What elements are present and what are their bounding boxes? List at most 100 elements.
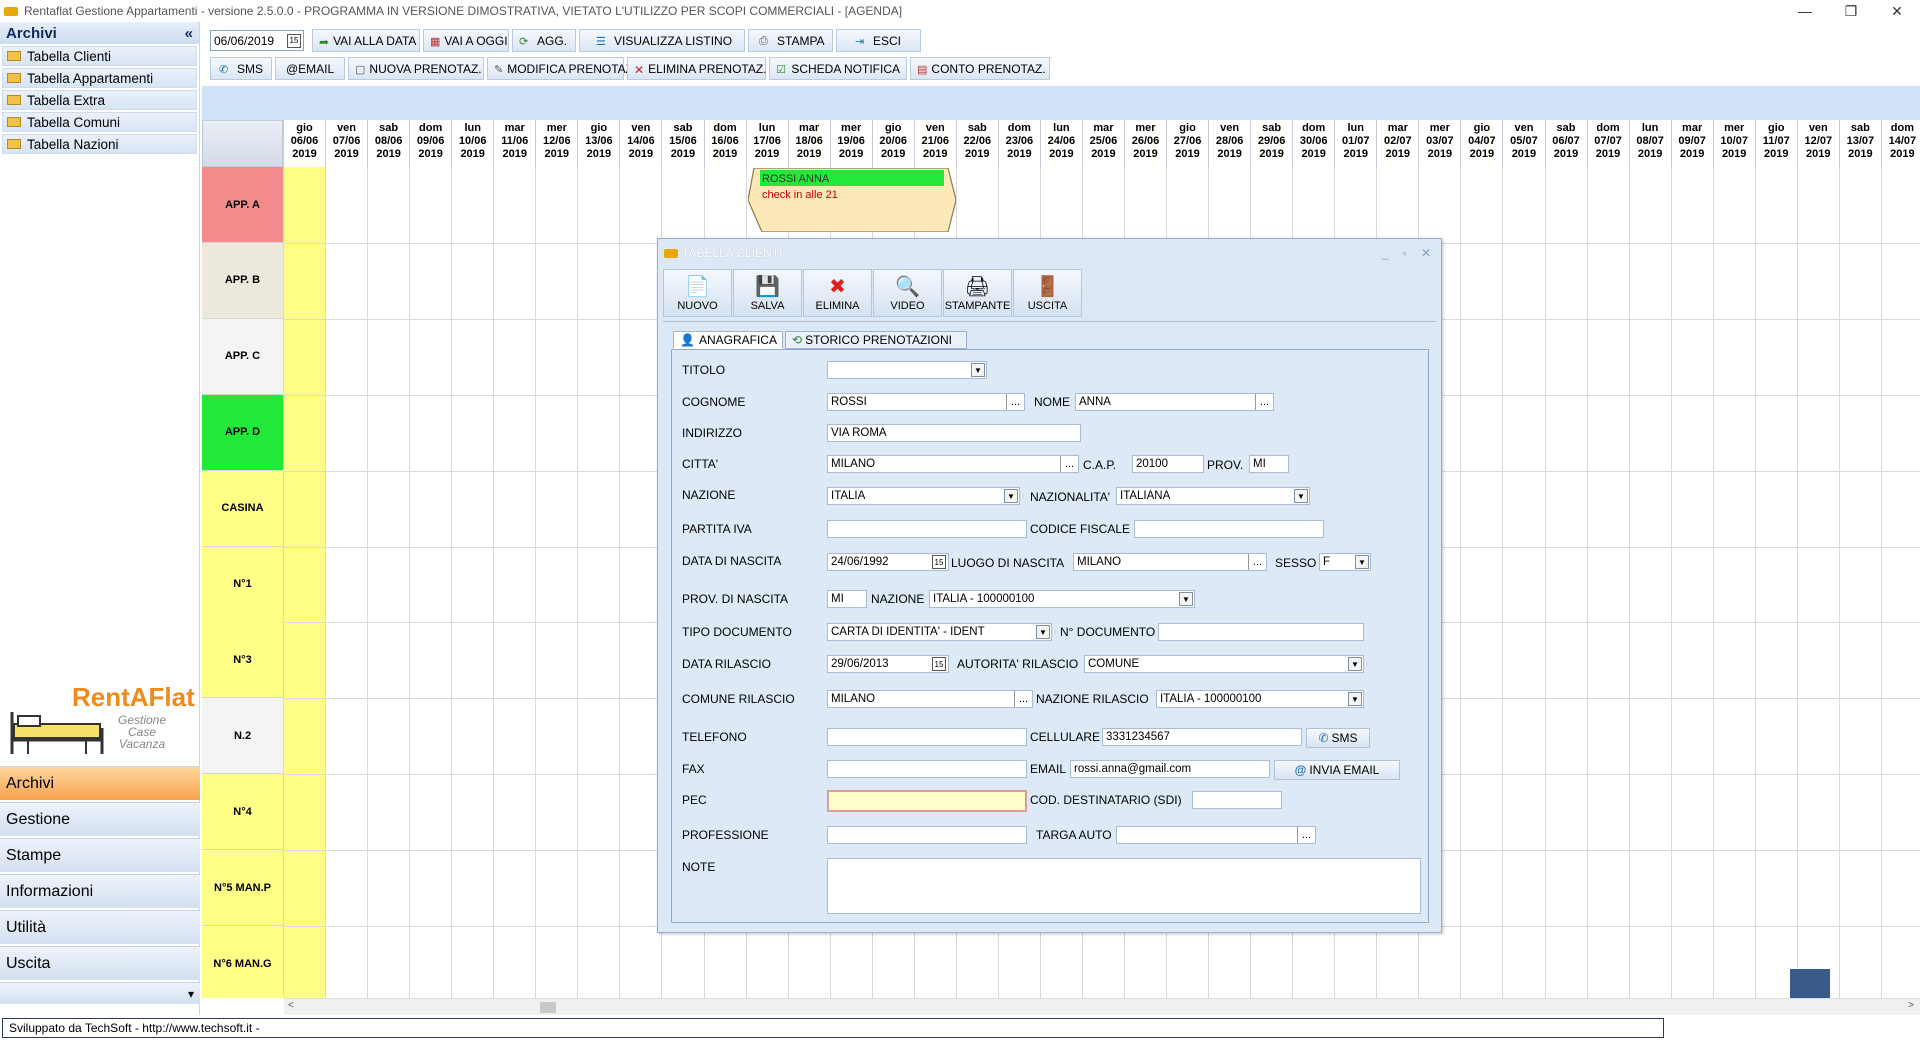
room-label[interactable]: N°6 MAN.G [202,926,283,998]
tab-storico-prenotazioni[interactable]: ⟲ STORICO PRENOTAZIONI [785,331,967,349]
room-label[interactable]: N°3 [202,622,283,699]
nav-scroll-down[interactable]: ▾ [0,982,200,1004]
lookup-button[interactable]: ... [1006,394,1024,410]
agg-button[interactable]: ⟳ AGG. [512,29,576,52]
calendar-icon[interactable]: 15 [932,555,946,569]
nome-field[interactable]: ANNA... [1075,393,1274,411]
calendar-icon[interactable]: 15 [932,657,946,671]
nuova-prenotaz-button[interactable]: ▢ NUOVA PRENOTAZ. [348,57,484,80]
email-field[interactable]: rossi.anna@gmail.com [1070,760,1270,778]
chevron-down-icon[interactable]: ▼ [1294,489,1308,503]
chevron-down-icon[interactable]: ▼ [1004,489,1018,503]
nazionalita-select[interactable]: ITALIANA ▼ [1116,487,1310,505]
citta-field[interactable]: MILANO... [827,455,1079,473]
nazione-nascita-select[interactable]: ITALIA - 100000100 ▼ [929,590,1195,608]
room-label[interactable]: APP. B [202,242,283,319]
scroll-thumb[interactable] [540,1002,556,1013]
tipo-documento-select[interactable]: CARTA DI IDENTITA' - IDENT ▼ [827,623,1052,641]
sidebar-item-tabella-nazioni[interactable]: Tabella Nazioni [2,134,197,154]
lookup-button[interactable]: ... [1255,394,1273,410]
prov-field[interactable]: MI [1249,455,1289,473]
sidebar-item-tabella-clienti[interactable]: Tabella Clienti [2,46,197,66]
chevron-down-icon[interactable]: ▼ [1348,692,1362,706]
restore-button[interactable]: ❐ [1828,0,1874,22]
num-documento-field[interactable] [1158,623,1364,641]
vai-alla-data-button[interactable]: ➦ VAI ALLA DATA [312,29,420,52]
salva-button[interactable]: 💾 SALVA [733,269,802,317]
sidebar-item-tabella-comuni[interactable]: Tabella Comuni [2,112,197,132]
elimina-prenotaz-button[interactable]: ✕ ELIMINA PRENOTAZ. [627,57,767,80]
nazione-rilascio-select[interactable]: ITALIA - 100000100 ▼ [1156,690,1364,708]
calendar-icon[interactable]: 15 [287,33,301,48]
elimina-button[interactable]: ✖ ELIMINA [803,269,872,317]
cap-field[interactable]: 20100 [1132,455,1204,473]
room-label[interactable]: APP. C [202,318,283,395]
pec-field[interactable] [827,790,1027,812]
maximize-icon[interactable]: ▫ [1403,246,1407,260]
scroll-right-icon[interactable]: > [1908,1000,1914,1011]
indirizzo-field[interactable]: VIA ROMA [827,424,1081,442]
collapse-icon[interactable]: « [185,25,193,42]
chevron-down-icon[interactable]: ▼ [1036,625,1050,639]
nuovo-button[interactable]: 📄 NUOVO [663,269,732,317]
targa-auto-field[interactable]: ... [1116,826,1316,844]
prov-nascita-field[interactable]: MI [827,590,867,608]
data-nascita-field[interactable]: 24/06/1992 15 [827,553,949,571]
codice-fiscale-field[interactable] [1134,520,1324,538]
cellulare-field[interactable]: 3331234567 [1102,728,1302,746]
room-label[interactable]: N°1 [202,546,283,623]
close-icon[interactable]: ✕ [1421,246,1431,260]
minimize-button[interactable]: — [1782,0,1828,22]
lookup-button[interactable]: ... [1060,456,1078,472]
chevron-down-icon[interactable]: ▼ [1179,592,1193,606]
room-label[interactable]: APP. D [202,394,283,471]
room-label[interactable]: APP. A [202,167,283,243]
note-textarea[interactable] [827,858,1421,914]
horizontal-scrollbar[interactable]: < > [284,998,1920,1015]
partita-iva-field[interactable] [827,520,1027,538]
close-button[interactable]: ✕ [1874,0,1920,22]
video-button[interactable]: 🔍 VIDEO [873,269,942,317]
sdi-field[interactable] [1192,791,1282,809]
modifica-prenotaz-button[interactable]: ✎ MODIFICA PRENOTAZ. [487,57,636,80]
autorita-rilascio-select[interactable]: COMUNE ▼ [1084,655,1364,673]
booking-block[interactable] [1790,969,1830,998]
conto-prenotaz-button[interactable]: ▤ CONTO PRENOTAZ. [910,57,1050,80]
scheda-notifica-button[interactable]: ☑ SCHEDA NOTIFICA [769,57,907,80]
sms-button[interactable]: ✆ SMS [210,57,272,80]
telefono-field[interactable] [827,728,1027,746]
vai-a-oggi-button[interactable]: ▦ VAI A OGGI [423,29,509,52]
luogo-nascita-field[interactable]: MILANO... [1073,553,1267,571]
sidebar-item-tabella-appartamenti[interactable]: Tabella Appartamenti [2,68,197,88]
nav-uscita[interactable]: Uscita [0,946,200,980]
sms-button[interactable]: ✆ SMS [1306,728,1370,748]
email-button[interactable]: @EMAIL [275,57,345,80]
comune-rilascio-field[interactable]: MILANO... [827,690,1033,708]
lookup-button[interactable]: ... [1248,554,1266,570]
room-label[interactable]: N.2 [202,698,283,775]
nav-archivi[interactable]: Archivi [0,766,200,800]
room-label[interactable]: CASINA [202,470,283,547]
booking-rossi-anna[interactable]: ROSSI ANNA check in alle 21 [748,168,956,232]
titolo-select[interactable]: ▼ [827,361,987,379]
nav-gestione[interactable]: Gestione [0,802,200,836]
esci-button[interactable]: ⇥ ESCI [836,29,921,52]
chevron-down-icon[interactable]: ▼ [1355,555,1369,569]
chevron-down-icon[interactable]: ▼ [1348,657,1362,671]
sesso-select[interactable]: F ▼ [1319,553,1371,571]
invia-email-button[interactable]: @ INVIA EMAIL [1274,760,1400,780]
data-rilascio-field[interactable]: 29/06/2013 15 [827,655,949,673]
nazione-select[interactable]: ITALIA ▼ [827,487,1020,505]
lookup-button[interactable]: ... [1014,691,1032,707]
cognome-field[interactable]: ROSSI... [827,393,1025,411]
professione-field[interactable] [827,826,1027,844]
room-label[interactable]: N°4 [202,774,283,851]
nav-stampe[interactable]: Stampe [0,838,200,872]
tab-anagrafica[interactable]: 👤 ANAGRAFICA [673,331,783,349]
stampante-button[interactable]: 🖨 STAMPANTE [943,269,1012,317]
sidebar-item-tabella-extra[interactable]: Tabella Extra [2,90,197,110]
fax-field[interactable] [827,760,1027,778]
minimize-icon[interactable]: _ [1382,246,1389,260]
lookup-button[interactable]: ... [1297,827,1315,843]
nav-utilita[interactable]: Utilità [0,910,200,944]
